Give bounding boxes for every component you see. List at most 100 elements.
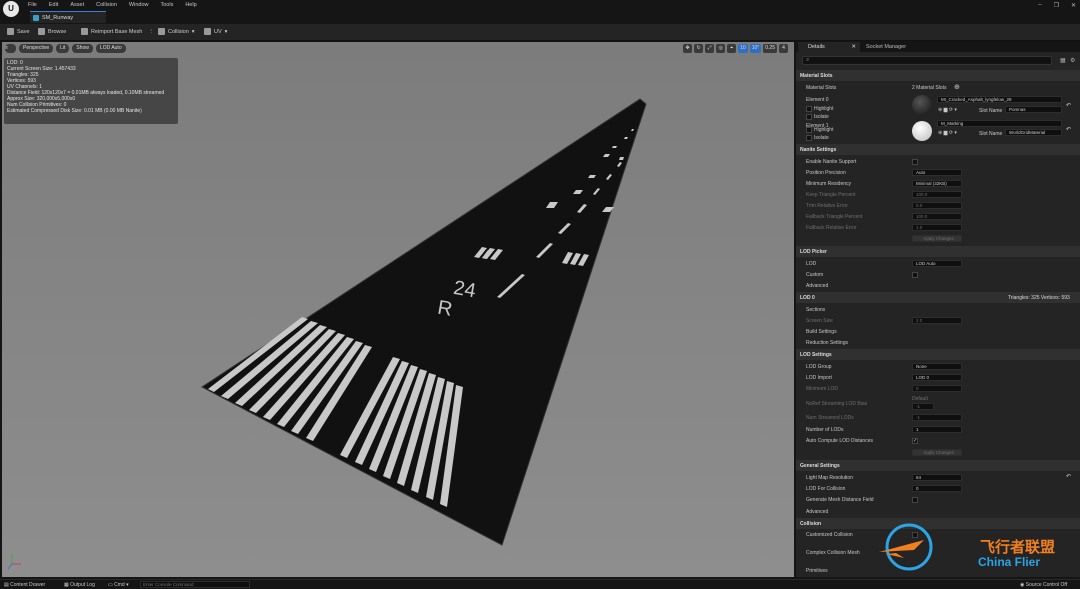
- lod-collision-field[interactable]: 0: [912, 485, 962, 492]
- rotation-snap-value[interactable]: 10°: [749, 44, 762, 53]
- close-icon[interactable]: ✕: [851, 44, 856, 50]
- surface-snap-icon[interactable]: ⌖: [727, 44, 737, 53]
- isolate-checkbox[interactable]: [806, 135, 812, 141]
- world-icon[interactable]: ◎: [716, 44, 726, 53]
- material-field[interactable]: M_Marking: [937, 120, 1062, 127]
- details-panel: Details ✕ Socket Manager ⌕ ▦ ⚙ Material S…: [796, 42, 1080, 577]
- auto-compute-checkbox[interactable]: ✓: [912, 438, 918, 444]
- material-field[interactable]: MI_Cracked_Asphalt_lyngfelow_28: [937, 96, 1062, 103]
- lightmap-field[interactable]: 64: [912, 474, 962, 481]
- rotate-icon[interactable]: ↻: [694, 44, 704, 53]
- save-icon: [7, 28, 14, 35]
- slot-name-field[interactable]: WorldGridMaterial: [1005, 129, 1062, 136]
- menu-file[interactable]: File: [28, 2, 37, 8]
- nanite-apply-button[interactable]: Apply Changes: [912, 235, 962, 242]
- uv-dropdown[interactable]: UV ▾: [204, 28, 227, 35]
- minimize-icon[interactable]: –: [1038, 2, 1041, 9]
- viewport-menu-icon[interactable]: ≡: [5, 44, 16, 53]
- show-button[interactable]: Show: [72, 44, 93, 53]
- screen-size-row: Screen Size 2.0: [796, 315, 1080, 326]
- collision-dropdown[interactable]: Collision ▾: [158, 28, 195, 35]
- num-streamed-field[interactable]: -1: [912, 414, 962, 421]
- material-thumbnail[interactable]: [912, 121, 932, 141]
- uv-icon: [204, 28, 211, 35]
- build-settings-row[interactable]: Build Settings: [796, 326, 1080, 337]
- details-search-input[interactable]: ⌕: [802, 56, 1052, 65]
- category-material-slots[interactable]: Material Slots: [796, 70, 1080, 81]
- screen-size-field[interactable]: 2.0: [912, 317, 962, 324]
- category-general-settings[interactable]: General Settings: [796, 460, 1080, 471]
- browse-icon[interactable]: ⊕ ▆ ⟳ ▾: [938, 107, 957, 113]
- reset-icon[interactable]: ↶: [1066, 126, 1071, 133]
- menu-collision[interactable]: Collision: [96, 2, 117, 8]
- lod-group-row: LOD Group None: [796, 361, 1080, 372]
- browse-button[interactable]: Browse: [38, 28, 66, 35]
- reduction-settings-row[interactable]: Reduction Settings: [796, 337, 1080, 348]
- trim-error-field[interactable]: 0.0: [912, 202, 962, 209]
- unreal-logo-icon[interactable]: U: [3, 1, 19, 17]
- menu-asset[interactable]: Asset: [70, 2, 84, 8]
- material-thumbnail[interactable]: [912, 95, 932, 115]
- viewport[interactable]: 24 R ≡ Perspective Lit Show LOD Auto LOD…: [2, 42, 794, 577]
- menu-help[interactable]: Help: [185, 2, 196, 8]
- camera-speed-value[interactable]: 4: [779, 44, 788, 53]
- settings-icon[interactable]: ⚙: [1070, 57, 1075, 64]
- lod-group-select[interactable]: None: [912, 363, 962, 370]
- menu-window[interactable]: Window: [129, 2, 149, 8]
- num-lods-row: Number of LODs 1: [796, 424, 1080, 435]
- lod-picker-advanced[interactable]: Advanced: [796, 280, 1080, 291]
- scale-icon[interactable]: ⤢: [705, 44, 715, 53]
- custom-checkbox[interactable]: [912, 272, 918, 278]
- maximize-icon[interactable]: ❐: [1054, 2, 1059, 9]
- output-log-button[interactable]: ▦ Output Log: [64, 582, 95, 588]
- category-lod-settings[interactable]: LOD Settings: [796, 349, 1080, 360]
- tab-details[interactable]: Details ✕: [798, 42, 860, 52]
- lod-import-select[interactable]: LOD 0: [912, 374, 962, 381]
- category-collision[interactable]: Collision: [796, 518, 1080, 529]
- highlight-checkbox[interactable]: [806, 106, 812, 112]
- general-advanced[interactable]: Advanced: [796, 506, 1080, 517]
- console-command-input[interactable]: [140, 581, 250, 588]
- close-icon[interactable]: ✕: [1071, 2, 1076, 9]
- tab-socket-manager[interactable]: Socket Manager: [866, 44, 906, 50]
- asset-tab[interactable]: SM_Runway: [30, 11, 106, 23]
- perspective-button[interactable]: Perspective: [19, 44, 54, 53]
- min-residency-select[interactable]: Minimal (32KB): [912, 180, 962, 187]
- fallback-error-field[interactable]: 1.0: [912, 224, 962, 231]
- nanite-enable-checkbox[interactable]: [912, 159, 918, 165]
- keep-triangle-row: Keep Triangle Percent 100.0: [796, 189, 1080, 200]
- grid-snap-value[interactable]: 10: [738, 44, 748, 53]
- position-precision-select[interactable]: Auto: [912, 169, 962, 176]
- menu-edit[interactable]: Edit: [49, 2, 58, 8]
- lod-button[interactable]: LOD Auto: [95, 44, 126, 53]
- highlight-checkbox[interactable]: [806, 127, 812, 133]
- grid-view-icon[interactable]: ▦: [1060, 57, 1066, 64]
- add-slot-icon[interactable]: ⊕: [954, 83, 960, 91]
- reset-icon[interactable]: ↶: [1066, 473, 1071, 480]
- category-lod-picker[interactable]: LOD Picker: [796, 246, 1080, 257]
- reimport-button[interactable]: Reimport Base Mesh ⋮: [81, 28, 154, 35]
- scale-snap-value[interactable]: 0.25: [763, 44, 777, 53]
- category-nanite[interactable]: Nanite Settings: [796, 144, 1080, 155]
- keep-triangle-field[interactable]: 100.0: [912, 191, 962, 198]
- translate-icon[interactable]: ✥: [683, 44, 693, 53]
- lit-button[interactable]: Lit: [56, 44, 70, 53]
- sections-row[interactable]: Sections: [796, 304, 1080, 315]
- noref-field[interactable]: -1: [912, 403, 934, 410]
- gen-df-checkbox[interactable]: [912, 497, 918, 503]
- reset-icon[interactable]: ↶: [1066, 102, 1071, 109]
- category-lod0[interactable]: LOD 0 Triangles: 325 Vertices: 593: [796, 292, 1080, 303]
- num-lods-field[interactable]: 1: [912, 426, 962, 433]
- browse-icon[interactable]: ⊕ ▆ ⟳ ▾: [938, 130, 957, 136]
- source-control-button[interactable]: ◉ Source Control Off: [1020, 582, 1067, 588]
- lod-apply-button[interactable]: Apply Changes: [912, 449, 962, 456]
- tab-row: SM_Runway: [22, 11, 1080, 23]
- save-button[interactable]: Save: [7, 28, 30, 35]
- min-lod-field[interactable]: 0: [912, 385, 962, 392]
- cmd-dropdown[interactable]: ▭ Cmd ▾: [108, 582, 129, 588]
- fallback-triangle-field[interactable]: 100.0: [912, 213, 962, 220]
- lod-select[interactable]: LOD Auto: [912, 260, 962, 267]
- slot-name-field[interactable]: Pomnas: [1005, 106, 1062, 113]
- content-drawer-button[interactable]: ▤ Content Drawer: [4, 582, 45, 588]
- menu-tools[interactable]: Tools: [160, 2, 173, 8]
